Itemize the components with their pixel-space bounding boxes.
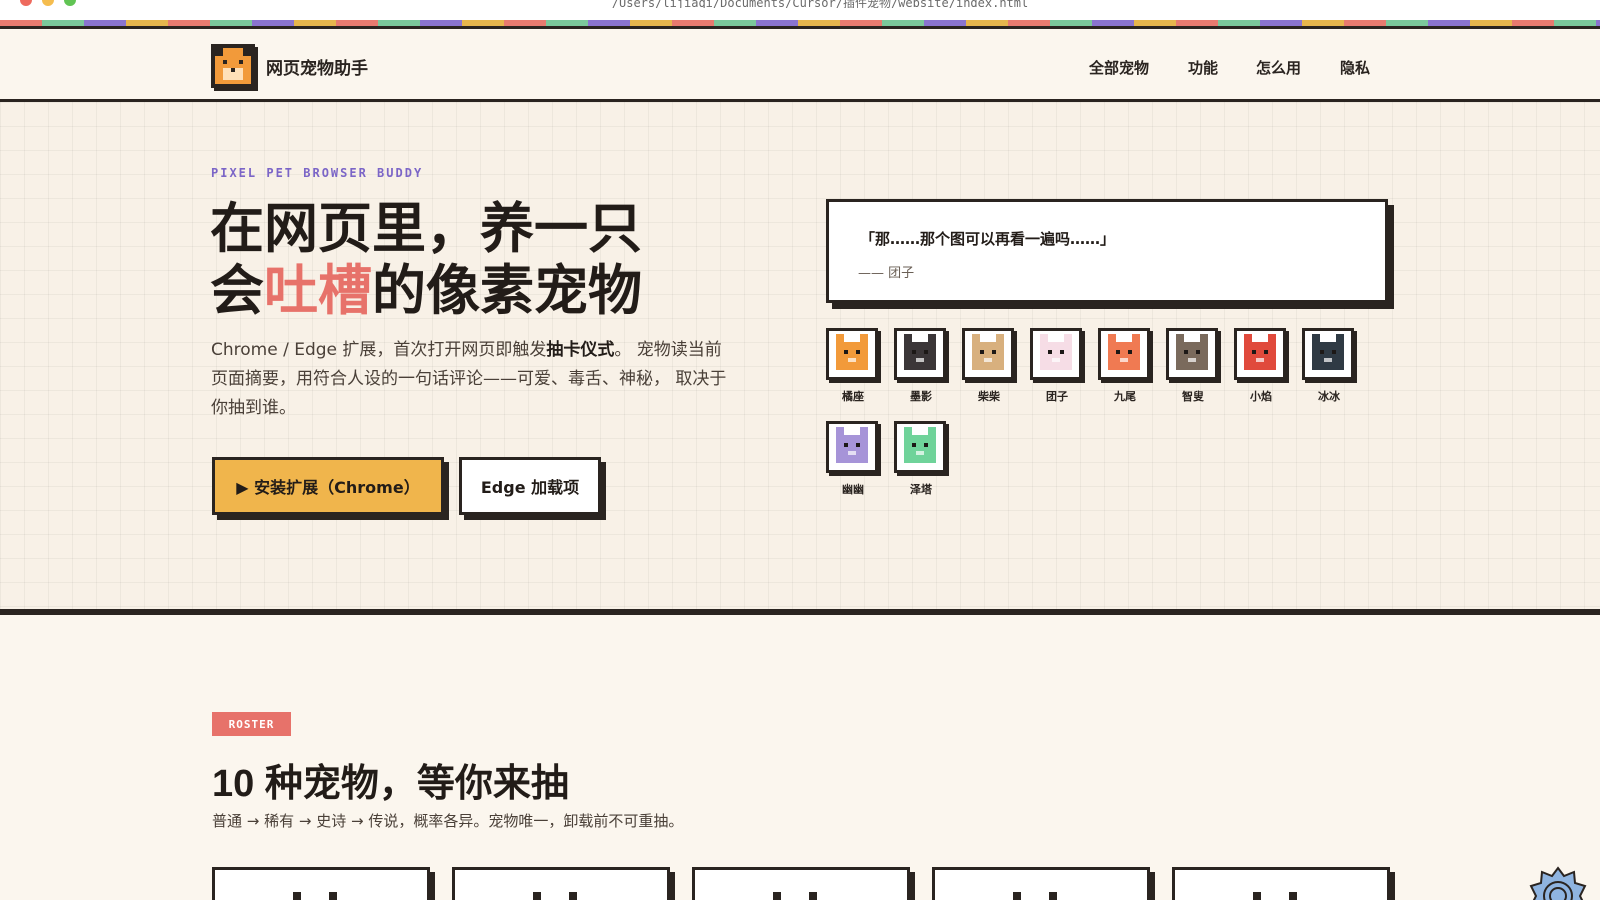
pet-avatar (962, 328, 1014, 380)
pet-card[interactable]: 小焰 (1234, 328, 1288, 404)
pixel-pet-icon (1312, 334, 1344, 370)
headline-post: 的像素宠物 (372, 261, 642, 321)
pet-ears-icon (1013, 892, 1057, 900)
pet-ears-icon (293, 892, 337, 900)
pet-card[interactable]: 泽塔 (894, 421, 948, 497)
pet-name: 小焰 (1250, 390, 1272, 403)
hero-eyebrow: PIXEL PET BROWSER BUDDY (211, 166, 424, 180)
pet-name: 橘座 (842, 390, 864, 403)
pet-avatar (894, 328, 946, 380)
seal-sticker-icon (1528, 866, 1588, 900)
pet-name: 柴柴 (978, 390, 1000, 403)
headline-accent: 吐槽 (264, 261, 372, 321)
edge-addon-button[interactable]: Edge 加载项 (459, 457, 601, 515)
desc-highlight: 抽卡仪式 (546, 340, 615, 360)
pixel-pet-icon (1040, 334, 1072, 370)
pixel-pet-icon (836, 334, 868, 370)
nav-all-pets[interactable]: 全部宠物 (1089, 57, 1149, 78)
pet-avatar (1234, 328, 1286, 380)
browser-toolbar: /Users/lijiaqi/Documents/Cursor/插件宠物/web… (0, 0, 1600, 20)
pixel-pet-icon (1108, 334, 1140, 370)
rainbow-stripe (0, 20, 1600, 29)
pet-name: 幽幽 (842, 483, 864, 496)
pet-card[interactable]: 智叟 (1166, 328, 1220, 404)
pixel-pet-icon (1176, 334, 1208, 370)
roster-title: 10 种宠物，等你来抽 (212, 763, 569, 805)
pet-avatar (1098, 328, 1150, 380)
roster-card[interactable] (692, 867, 910, 900)
nav-privacy[interactable]: 隐私 (1340, 57, 1370, 78)
minimize-window-icon[interactable] (42, 0, 54, 6)
pet-name: 墨影 (910, 390, 932, 403)
close-window-icon[interactable] (20, 0, 32, 6)
pixel-pet-icon (972, 334, 1004, 370)
pet-avatar (1030, 328, 1082, 380)
pet-name: 冰冰 (1318, 390, 1340, 403)
headline-line1: 在网页里，养一只 (210, 199, 642, 259)
pet-avatar (1302, 328, 1354, 380)
pet-card[interactable]: 墨影 (894, 328, 948, 404)
hero-section: PIXEL PET BROWSER BUDDY 在网页里，养一只 会吐槽的像素宠… (0, 102, 1600, 615)
roster-tag: ROSTER (212, 712, 291, 736)
hero-headline: 在网页里，养一只 会吐槽的像素宠物 (210, 198, 730, 322)
maximize-window-icon[interactable] (64, 0, 76, 6)
pet-ears-icon (1253, 892, 1297, 900)
pet-card[interactable]: 团子 (1030, 328, 1084, 404)
pet-card[interactable]: 九尾 (1098, 328, 1152, 404)
headline-pre: 会 (210, 261, 264, 321)
pixel-pet-icon (1244, 334, 1276, 370)
pet-name: 九尾 (1114, 390, 1136, 403)
roster-card[interactable] (932, 867, 1150, 900)
quote-card: 「那……那个图可以再看一遍吗……」 —— 团子 (826, 199, 1388, 303)
address-bar[interactable]: /Users/lijiaqi/Documents/Cursor/插件宠物/web… (560, 0, 1080, 8)
pet-avatar (1166, 328, 1218, 380)
pet-name: 智叟 (1182, 390, 1204, 403)
pet-name: 泽塔 (910, 483, 932, 496)
roster-card[interactable] (1172, 867, 1390, 900)
pet-ears-icon (773, 892, 817, 900)
roster-card[interactable] (212, 867, 430, 900)
roster-subtitle: 普通 → 稀有 → 史诗 → 传说，概率各异。宠物唯一，卸载前不可重抽。 (212, 812, 684, 830)
logo[interactable] (211, 44, 255, 88)
pet-name: 团子 (1046, 390, 1068, 403)
site-header: 网页宠物助手 全部宠物 功能 怎么用 隐私 (0, 32, 1600, 102)
nav-how-to-use[interactable]: 怎么用 (1256, 57, 1301, 78)
pet-card[interactable]: 冰冰 (1302, 328, 1356, 404)
pixel-pet-icon (904, 427, 936, 463)
pet-avatar (826, 421, 878, 473)
pet-card[interactable]: 柴柴 (962, 328, 1016, 404)
install-chrome-button[interactable]: ▶ 安装扩展（Chrome） (212, 457, 444, 515)
nav-features[interactable]: 功能 (1188, 57, 1218, 78)
desc-text-1: Chrome / Edge 扩展，首次打开网页即触发 (211, 340, 547, 360)
pixel-pet-icon (904, 334, 936, 370)
quote-text: 「那……那个图可以再看一遍吗……」 (860, 230, 1116, 248)
brand-name[interactable]: 网页宠物助手 (266, 54, 368, 79)
pet-ears-icon (533, 892, 577, 900)
quote-author: —— 团子 (858, 266, 915, 281)
pet-avatar (826, 328, 878, 380)
pet-avatar (894, 421, 946, 473)
pixel-pet-icon (836, 427, 868, 463)
pet-card[interactable]: 幽幽 (826, 421, 880, 497)
cat-logo-icon (215, 48, 251, 84)
roster-card[interactable] (452, 867, 670, 900)
hero-description: Chrome / Edge 扩展，首次打开网页即触发抽卡仪式。 宠物读当前页面摘… (211, 336, 736, 423)
pet-card[interactable]: 橘座 (826, 328, 880, 404)
